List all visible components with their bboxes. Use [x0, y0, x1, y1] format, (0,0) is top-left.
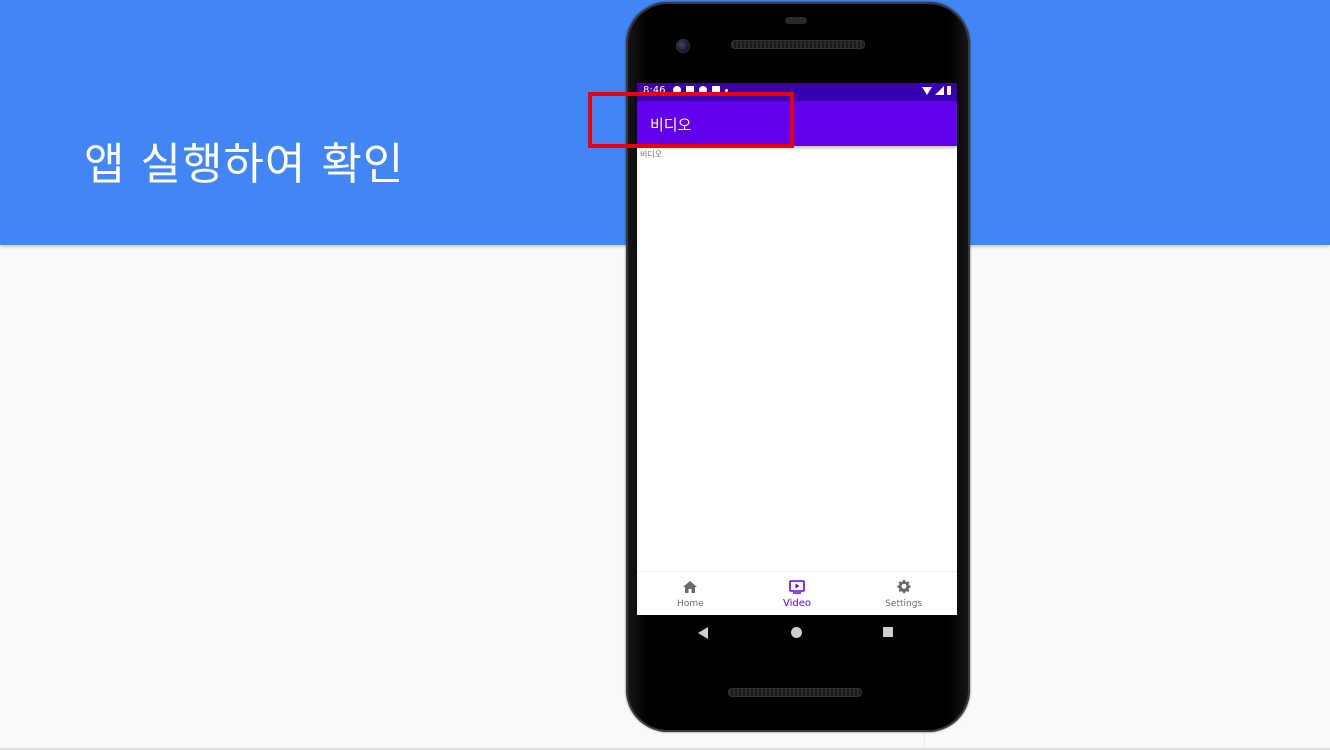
nav-label: Settings	[885, 599, 923, 609]
speaker-grille	[728, 688, 862, 697]
battery-icon	[947, 86, 951, 95]
gear-icon	[897, 580, 911, 594]
home-icon	[683, 581, 698, 593]
home-circle-icon[interactable]	[791, 627, 802, 638]
camera-icon	[676, 39, 690, 53]
recents-icon[interactable]	[883, 627, 893, 637]
highlight-box	[588, 92, 794, 148]
signal-icon	[935, 86, 944, 95]
wifi-icon	[922, 86, 932, 95]
slide: 앱 실행하여 확인 8:46 비디오 비디오 Home Video Settin…	[0, 0, 1330, 750]
slide-title: 앱 실행하여 확인	[84, 139, 405, 190]
phone-screen: 8:46 비디오 비디오 Home Video Settings	[637, 83, 957, 615]
nav-item-settings[interactable]: Settings	[850, 572, 957, 615]
sensor	[785, 17, 807, 24]
content-text: 비디오	[640, 150, 663, 159]
nav-item-home[interactable]: Home	[637, 572, 744, 615]
system-status-icons	[922, 86, 951, 95]
nav-item-video[interactable]: Video	[744, 572, 851, 615]
video-icon	[789, 580, 805, 594]
nav-label: Video	[782, 598, 812, 609]
bottom-navigation: Home Video Settings	[637, 571, 957, 615]
nav-label: Home	[677, 599, 704, 609]
back-icon[interactable]	[698, 627, 708, 639]
speaker-grille	[731, 40, 865, 49]
system-navigation	[637, 615, 957, 655]
